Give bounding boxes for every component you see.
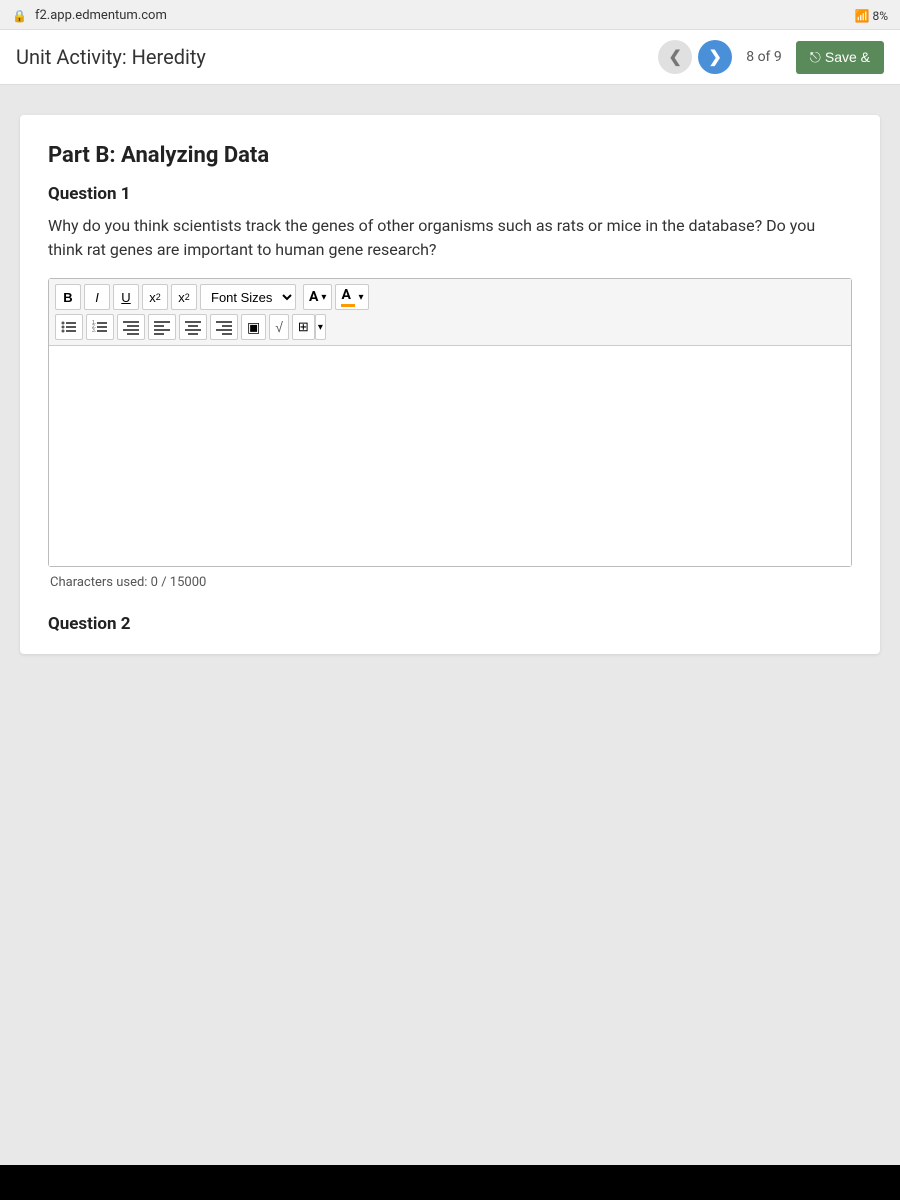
editor-body[interactable]: [49, 346, 851, 566]
wifi-icon: 📶: [855, 9, 870, 23]
next-button[interactable]: ❯: [698, 40, 732, 74]
nav-controls: ❮ ❯ 8 of 9 ⎋ Save &: [658, 40, 884, 74]
image-button[interactable]: ▣: [241, 314, 266, 340]
table-btn-group: ⊞ ▾: [292, 314, 326, 340]
app-header: Unit Activity: Heredity ❮ ❯ 8 of 9 ⎋ Sav…: [0, 30, 900, 85]
font-color-button[interactable]: A ▾: [303, 284, 332, 310]
superscript-button[interactable]: x2: [142, 284, 168, 310]
align-right-icon: [216, 319, 232, 335]
page-indicator: 8 of 9: [738, 49, 790, 65]
char-count: Characters used: 0 / 15000: [48, 575, 852, 590]
page-current: 8: [746, 49, 754, 65]
question1-text: Why do you think scientists track the ge…: [48, 214, 852, 262]
page-content: Part B: Analyzing Data Question 1 Why do…: [0, 85, 900, 1165]
italic-button[interactable]: I: [84, 284, 110, 310]
subscript-button[interactable]: x2: [171, 284, 197, 310]
highlight-chevron: ▾: [358, 292, 363, 303]
question1-label: Question 1: [48, 184, 852, 204]
question2-label: Question 2: [48, 614, 852, 634]
font-color-a: A: [309, 289, 318, 305]
editor-toolbar: B I U x2 x2 Font Sizes A ▾ A: [49, 279, 851, 346]
font-size-select[interactable]: Font Sizes: [200, 284, 296, 310]
toolbar-row-2: 1. 2. 3.: [55, 314, 845, 340]
lock-icon: 🔒: [12, 9, 27, 23]
bold-button[interactable]: B: [55, 284, 81, 310]
table-button[interactable]: ⊞: [292, 314, 315, 340]
indent-decrease-button[interactable]: [117, 314, 145, 340]
app-title: Unit Activity: Heredity: [16, 45, 648, 69]
page-total: 9: [774, 49, 782, 65]
unordered-list-button[interactable]: [55, 314, 83, 340]
table-dropdown-button[interactable]: ▾: [315, 314, 326, 340]
highlight-color-display: A: [341, 287, 355, 307]
toolbar-row-1: B I U x2 x2 Font Sizes A ▾ A: [55, 284, 845, 310]
page-of-text: of: [758, 49, 771, 65]
underline-button[interactable]: U: [113, 284, 139, 310]
align-left-icon: [154, 319, 170, 335]
align-center-button[interactable]: [179, 314, 207, 340]
list-ol-icon: 1. 2. 3.: [92, 319, 108, 335]
highlight-color-button[interactable]: A ▾: [335, 284, 369, 310]
align-right-button[interactable]: [210, 314, 238, 340]
rich-text-editor: B I U x2 x2 Font Sizes A ▾ A: [48, 278, 852, 567]
browser-chrome: 🔒 f2.app.edmentum.com 📶 8%: [0, 0, 900, 30]
align-left-button[interactable]: [148, 314, 176, 340]
part-title: Part B: Analyzing Data: [48, 143, 852, 168]
svg-text:3.: 3.: [92, 328, 96, 334]
indent-decrease-icon: [123, 319, 139, 335]
save-icon: ⎋: [810, 49, 821, 66]
list-ul-icon: [61, 319, 77, 335]
save-button[interactable]: ⎋ Save &: [796, 41, 884, 74]
ordered-list-button[interactable]: 1. 2. 3.: [86, 314, 114, 340]
font-color-chevron: ▾: [321, 292, 326, 303]
align-center-icon: [185, 319, 201, 335]
prev-button[interactable]: ❮: [658, 40, 692, 74]
url-bar: f2.app.edmentum.com: [35, 8, 167, 23]
content-card: Part B: Analyzing Data Question 1 Why do…: [20, 115, 880, 654]
formula-button[interactable]: √: [269, 314, 289, 340]
wifi-indicator: 📶 8%: [855, 9, 888, 23]
